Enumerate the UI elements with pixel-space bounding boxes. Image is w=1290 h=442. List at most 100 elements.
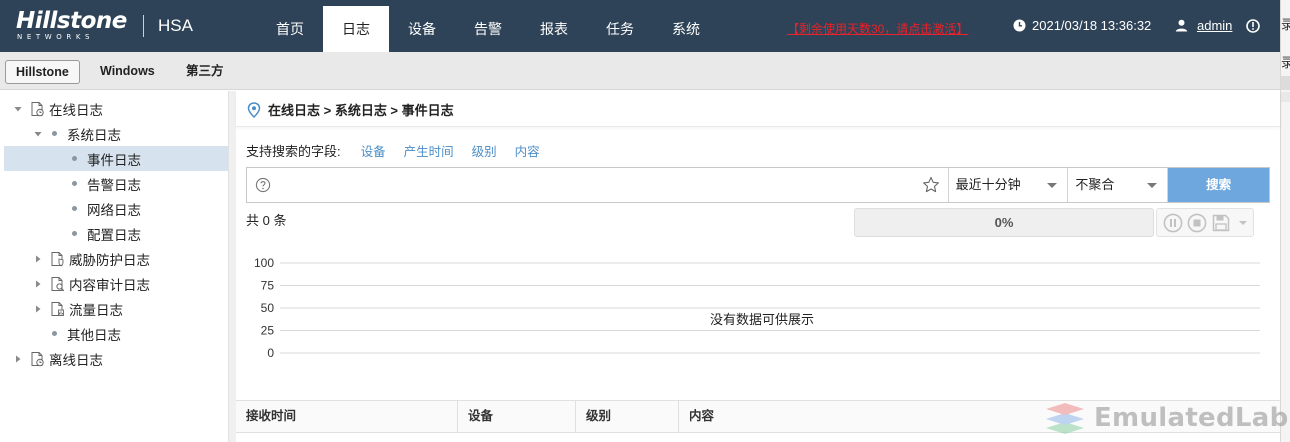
search-fields-label: 支持搜索的字段: [246, 144, 341, 159]
logo-wordmark: Hillstone [16, 8, 127, 34]
tree-toggle[interactable] [32, 278, 44, 290]
caret-right-icon[interactable] [33, 254, 43, 264]
user-menu[interactable]: admin [1175, 18, 1232, 33]
tree-toggle[interactable] [32, 253, 44, 265]
brand-logo[interactable]: Hillstone NETWORKS [16, 9, 131, 43]
chevron-down-icon [1147, 183, 1158, 188]
tree-item-5[interactable]: 配置日志 [4, 221, 228, 246]
help-icon[interactable] [255, 177, 271, 193]
time-range-value: 最近十分钟 [955, 177, 1021, 192]
caret-right-icon[interactable] [13, 354, 23, 364]
tree-item-9[interactable]: 其他日志 [4, 321, 228, 346]
search-field-link-0[interactable]: 设备 [361, 141, 386, 160]
nav-tab-4[interactable]: 报表 [521, 0, 587, 52]
caret-right-icon[interactable] [33, 279, 43, 289]
tree-toggle[interactable] [12, 353, 24, 365]
search-fields-row: 支持搜索的字段: 设备 产生时间 级别 内容 [246, 141, 558, 160]
aggregation-value: 不聚合 [1075, 177, 1115, 192]
tree-item-8[interactable]: 流量日志 [4, 296, 228, 321]
chart-doc-icon [51, 301, 64, 316]
tree-item-label: 配置日志 [87, 227, 141, 243]
tree-node-icon [48, 251, 66, 267]
tree-node-icon [48, 301, 66, 317]
aggregation-select[interactable]: 不聚合 [1068, 168, 1169, 202]
pause-button[interactable] [1163, 213, 1183, 233]
search-field-link-3[interactable]: 内容 [515, 141, 540, 160]
stop-button[interactable] [1187, 213, 1207, 233]
bullet-icon [72, 206, 77, 211]
tree-node-icon [48, 276, 66, 292]
chart-empty-message: 没有数据可供展示 [710, 312, 814, 327]
caret-down-icon[interactable] [33, 129, 43, 139]
tree-item-label: 内容审计日志 [69, 277, 150, 293]
shield-doc-icon [51, 251, 64, 266]
vendor-tab-windows[interactable]: Windows [90, 60, 165, 84]
license-notice-link[interactable]: 【剩余使用天数30，请点击激活】 [787, 20, 968, 37]
vendor-tab-hillstone[interactable]: Hillstone [5, 60, 80, 84]
folder-doc-icon [31, 351, 44, 366]
tree-toggle [52, 178, 64, 190]
tree-item-2[interactable]: 事件日志 [4, 146, 228, 171]
caret-right-icon[interactable] [33, 304, 43, 314]
tree-item-6[interactable]: 威胁防护日志 [4, 246, 228, 271]
tree-item-7[interactable]: 内容审计日志 [4, 271, 228, 296]
datetime-display: 2021/03/18 13:36:32 [1013, 18, 1151, 33]
tree-item-label: 离线日志 [49, 352, 103, 368]
save-button[interactable] [1211, 213, 1231, 233]
nav-tab-0[interactable]: 首页 [257, 0, 323, 52]
tree-item-1[interactable]: 系统日志 [4, 121, 228, 146]
search-field-link-2[interactable]: 级别 [472, 141, 497, 160]
bullet-icon [72, 181, 77, 186]
tree-toggle[interactable] [32, 303, 44, 315]
main-header: 在线日志 > 系统日志 > 事件日志 [236, 91, 1280, 127]
nav-tab-5[interactable]: 任务 [587, 0, 653, 52]
save-icon [1212, 214, 1230, 231]
tree-item-0[interactable]: 在线日志 [4, 96, 228, 121]
tree-item-3[interactable]: 告警日志 [4, 171, 228, 196]
info-icon [1246, 19, 1260, 33]
tree-toggle[interactable] [12, 103, 24, 115]
result-count: 共 0 条 [246, 213, 287, 228]
nav-tab-1[interactable]: 日志 [323, 6, 389, 52]
nav-tab-6[interactable]: 系统 [653, 0, 719, 52]
edge-scroll-segment [1281, 92, 1290, 102]
watermark: EmulatedLab [1044, 400, 1289, 436]
search-controls [1156, 208, 1254, 237]
tree-toggle [52, 228, 64, 240]
info-button[interactable] [1246, 19, 1260, 36]
edge-text-1: 录 [1281, 17, 1290, 32]
tree-item-label: 威胁防护日志 [69, 252, 150, 268]
search-field-link-1[interactable]: 产生时间 [404, 141, 454, 160]
vendor-tab-third-party[interactable]: 第三方 [176, 60, 234, 84]
y-tick-label: 75 [261, 279, 275, 293]
vendor-tab-bar: Hillstone Windows 第三方 [0, 52, 1280, 90]
sidebar-scrollbar[interactable] [228, 91, 236, 442]
search-input[interactable] [279, 172, 919, 198]
tree-toggle [32, 328, 44, 340]
tree-item-10[interactable]: 离线日志 [4, 346, 228, 371]
breadcrumb: 在线日志 > 系统日志 > 事件日志 [247, 100, 454, 119]
column-header-2[interactable]: 级别 [576, 401, 679, 432]
pause-icon [1163, 213, 1183, 232]
tree-item-4[interactable]: 网络日志 [4, 196, 228, 221]
folder-doc-icon [31, 101, 44, 116]
nav-tab-2[interactable]: 设备 [389, 0, 455, 52]
search-button[interactable]: 搜索 [1168, 168, 1269, 202]
search-progress-bar: 0% [854, 208, 1154, 237]
layers-logo-icon [1046, 403, 1084, 434]
time-range-select[interactable]: 最近十分钟 [949, 168, 1069, 202]
chevron-down-icon[interactable] [1239, 220, 1247, 225]
breadcrumb-text: 在线日志 > 系统日志 > 事件日志 [268, 103, 454, 118]
favorite-star-icon[interactable] [922, 176, 940, 194]
column-header-1[interactable]: 设备 [458, 401, 576, 432]
tree-toggle[interactable] [32, 128, 44, 140]
caret-down-icon[interactable] [13, 104, 23, 114]
username-link[interactable]: admin [1197, 18, 1232, 33]
stop-icon [1187, 213, 1207, 232]
nav-tab-3[interactable]: 告警 [455, 0, 521, 52]
edge-scroll-segment [1281, 76, 1290, 90]
tree-item-label: 事件日志 [87, 152, 141, 168]
top-navigation-bar: Hillstone NETWORKS HSA 首页 日志 设备 告警 报表 任务 系统 【剩… [0, 0, 1280, 52]
edge-text-2: 录 [1281, 55, 1290, 70]
column-header-0[interactable]: 接收时间 [236, 401, 458, 432]
